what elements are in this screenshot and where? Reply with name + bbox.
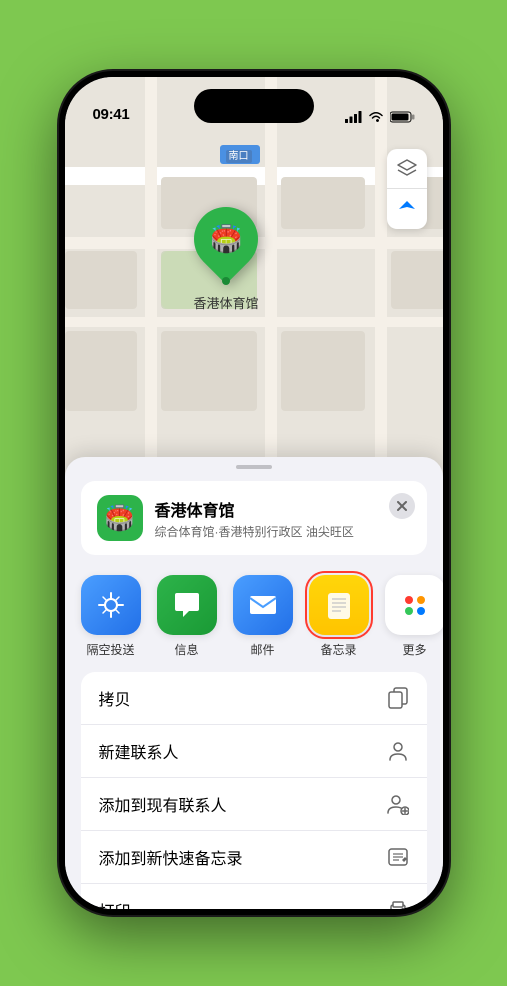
venue-description: 综合体育馆·香港特别行政区 油尖旺区 [155,523,411,540]
dynamic-island [194,89,314,123]
quick-notes-label: 添加到新快速备忘录 [99,845,243,869]
action-list: 拷贝 新建联系人 添加到现有联系人 [81,672,427,909]
location-arrow-icon [397,199,417,219]
share-apps-row: 隔空投送 信息 [65,567,443,662]
copy-icon [387,687,409,709]
action-copy[interactable]: 拷贝 [81,672,427,725]
phone-frame: 09:41 [59,71,449,915]
map-background: 南口 🏟 [65,77,443,497]
airdrop-label: 隔空投送 [86,641,134,658]
messages-icon [171,589,203,621]
close-button[interactable] [389,493,415,519]
phone-screen: 09:41 [65,77,443,909]
add-contact-label: 添加到现有联系人 [99,792,227,816]
venue-info: 香港体育馆 综合体育馆·香港特别行政区 油尖旺区 [155,497,411,540]
map-layers-button[interactable] [387,149,427,189]
bottom-sheet: 🏟️ 香港体育馆 综合体育馆·香港特别行政区 油尖旺区 [65,457,443,909]
sheet-handle [236,465,272,469]
messages-label: 信息 [174,641,198,658]
status-icons [345,111,415,123]
map-location-button[interactable] [387,189,427,229]
action-add-contact[interactable]: 添加到现有联系人 [81,778,427,831]
copy-label: 拷贝 [99,686,131,710]
signal-icon [345,111,362,123]
add-contact-icon [387,793,409,815]
share-app-airdrop[interactable]: 隔空投送 [81,575,141,658]
close-icon [397,501,407,511]
wifi-icon [368,111,384,123]
mail-label: 邮件 [250,641,274,658]
print-label: 打印 [99,898,131,909]
share-app-notes[interactable]: 备忘录 [309,575,369,658]
new-contact-label: 新建联系人 [99,739,179,763]
pin-label: 香港体育馆 [194,293,259,312]
new-contact-icon [387,740,409,762]
battery-icon [390,111,415,123]
action-print[interactable]: 打印 [81,884,427,909]
share-app-mail[interactable]: 邮件 [233,575,293,658]
venue-icon: 🏟️ [97,495,143,541]
more-apps[interactable]: 更多 [385,575,443,658]
more-apps-label: 更多 [402,641,426,658]
map-controls [387,149,427,229]
share-app-messages[interactable]: 信息 [157,575,217,658]
venue-card: 🏟️ 香港体育馆 综合体育馆·香港特别行政区 油尖旺区 [81,481,427,555]
action-new-contact[interactable]: 新建联系人 [81,725,427,778]
notes-icon [323,589,355,621]
airdrop-icon [95,589,127,621]
action-quick-notes[interactable]: 添加到新快速备忘录 [81,831,427,884]
quick-notes-icon [387,846,409,868]
layers-icon [396,158,418,180]
location-pin: 🏟️ 香港体育馆 [194,207,259,312]
print-icon [387,899,409,909]
mail-icon [247,589,279,621]
map-label: 南口 [220,145,260,164]
notes-label: 备忘录 [320,641,356,658]
status-time: 09:41 [93,106,130,123]
venue-name: 香港体育馆 [155,497,411,521]
